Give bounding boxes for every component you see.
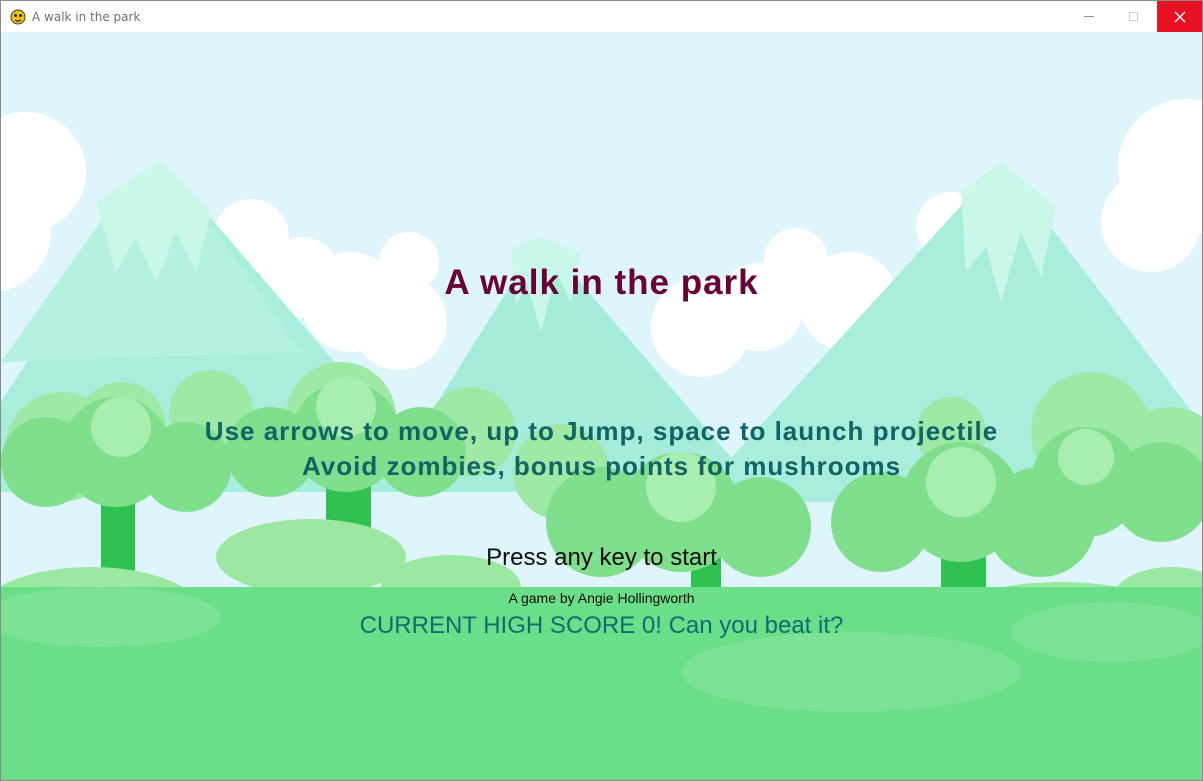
game-title: A walk in the park <box>444 263 759 302</box>
park-background <box>1 32 1202 780</box>
title-bar[interactable]: A walk in the park <box>1 1 1202 32</box>
high-score-text: CURRENT HIGH SCORE 0! Can you beat it? <box>359 612 844 639</box>
maximize-button[interactable] <box>1111 1 1156 32</box>
close-icon <box>1174 11 1185 22</box>
instructions-line-1: Use arrows to move, up to Jump, space to… <box>204 416 999 446</box>
window-title: A walk in the park <box>32 9 141 24</box>
game-canvas[interactable]: A walk in the park Use arrows to move, u… <box>1 32 1202 780</box>
minimize-icon <box>1083 16 1094 17</box>
instructions-line-2: Avoid zombies, bonus points for mushroom… <box>301 451 902 481</box>
maximize-icon <box>1129 12 1138 21</box>
close-button[interactable] <box>1157 1 1202 32</box>
author-credit: A game by Angie Hollingworth <box>508 590 695 606</box>
game-window: A walk in the park A walk in the park Us… <box>0 0 1203 781</box>
start-prompt: Press any key to start <box>486 544 717 571</box>
python-snake-icon <box>10 9 26 25</box>
minimize-button[interactable] <box>1066 1 1111 32</box>
